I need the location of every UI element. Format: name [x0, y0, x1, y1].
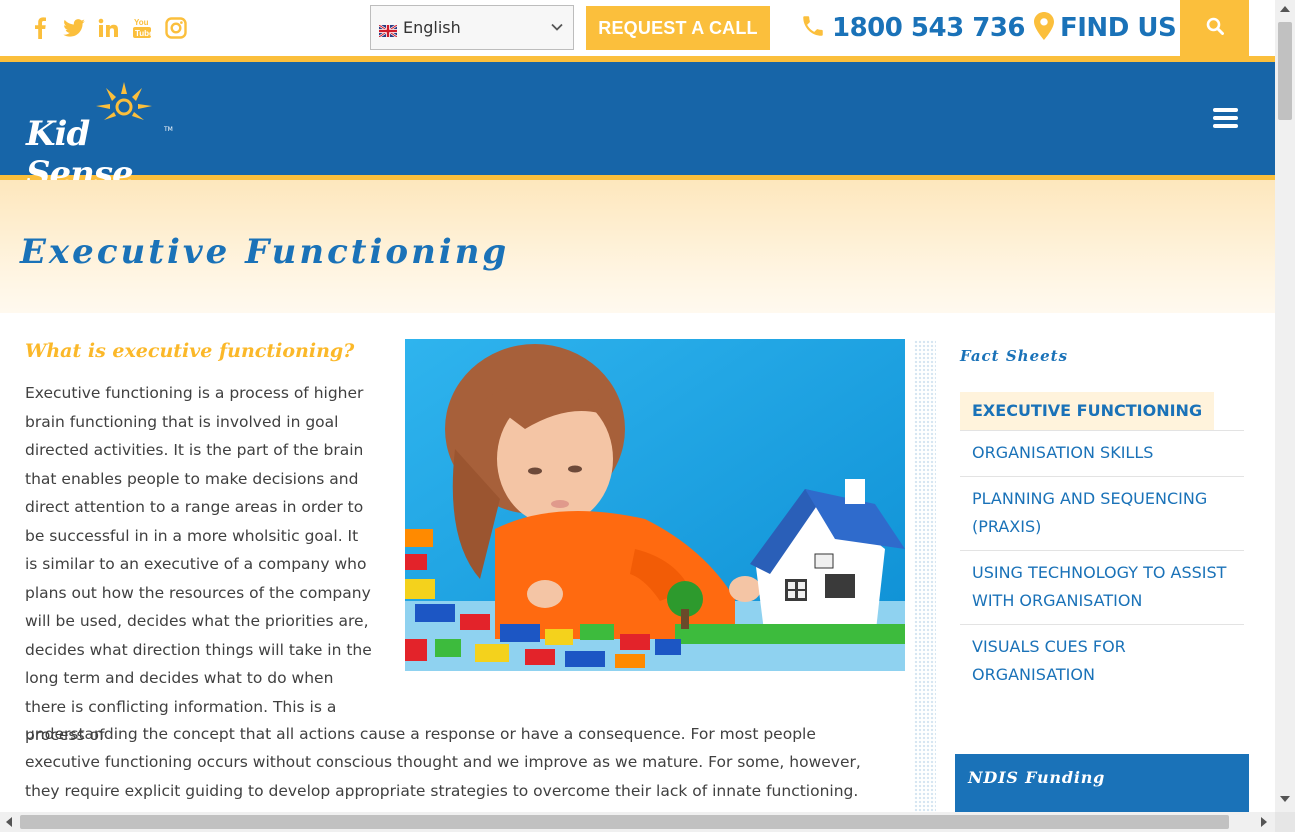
- intro-paragraph-part1: Executive functioning is a process of hi…: [25, 384, 372, 744]
- uk-flag-icon: [378, 22, 398, 38]
- map-pin-icon: [1034, 12, 1054, 44]
- sidebar-item-planning-and-sequencing[interactable]: PLANNING AND SEQUENCING (PRAXIS): [960, 477, 1244, 551]
- sidebar-item-visual-cues[interactable]: VISUALS CUES FOR ORGANISATION: [960, 625, 1244, 698]
- sidebar-item-label: EXECUTIVE FUNCTIONING: [960, 392, 1215, 430]
- page-title: Executive Functioning: [20, 232, 510, 272]
- svg-text:You: You: [134, 18, 149, 27]
- top-bar: You Tube English REQUEST A CALL 1800 543 …: [0, 0, 1275, 56]
- phone-number: 1800 543 736: [832, 13, 1026, 43]
- find-us-label: FIND US: [1060, 13, 1177, 43]
- youtube-icon[interactable]: You Tube: [130, 14, 154, 42]
- horizontal-scroll-thumb[interactable]: [20, 815, 1229, 829]
- search-button[interactable]: [1180, 0, 1249, 56]
- hamburger-menu-icon[interactable]: [1213, 108, 1238, 128]
- fact-sheets-heading: Fact Sheets: [960, 347, 1069, 365]
- phone-link[interactable]: 1800 543 736: [800, 8, 1026, 48]
- sidebar-item-label: VISUALS CUES FOR ORGANISATION: [972, 636, 1126, 685]
- scroll-right-arrow-icon[interactable]: [1261, 817, 1267, 827]
- horizontal-scrollbar[interactable]: [0, 812, 1275, 832]
- sidebar-item-label: ORGANISATION SKILLS: [972, 443, 1154, 462]
- site-header: [0, 62, 1275, 175]
- sidebar-item-label: PLANNING AND SEQUENCING (PRAXIS): [972, 488, 1208, 537]
- vertical-scrollbar[interactable]: [1275, 0, 1295, 812]
- chevron-down-icon: [551, 16, 563, 35]
- sidebar-item-using-technology[interactable]: USING TECHNOLOGY TO ASSIST WITH ORGANISA…: [960, 551, 1244, 625]
- child-playing-lego-image: [405, 339, 905, 671]
- twitter-icon[interactable]: [62, 14, 86, 42]
- column-divider: [914, 340, 936, 813]
- section-heading: What is executive functioning?: [25, 340, 355, 362]
- language-select[interactable]: English: [370, 5, 574, 50]
- fact-sheets-list: EXECUTIVE FUNCTIONING ORGANISATION SKILL…: [960, 392, 1244, 698]
- scroll-up-arrow-icon[interactable]: [1280, 6, 1290, 12]
- search-icon: [1206, 17, 1224, 39]
- ndis-funding-panel[interactable]: NDIS Funding: [955, 754, 1249, 812]
- sidebar-item-label: USING TECHNOLOGY TO ASSIST WITH ORGANISA…: [972, 562, 1227, 611]
- sidebar-item-executive-functioning[interactable]: EXECUTIVE FUNCTIONING: [960, 392, 1244, 431]
- linkedin-icon[interactable]: [96, 14, 120, 42]
- sidebar-item-organisation-skills[interactable]: ORGANISATION SKILLS: [960, 431, 1244, 477]
- scroll-left-arrow-icon[interactable]: [6, 817, 12, 827]
- instagram-icon[interactable]: [164, 14, 188, 42]
- vertical-scroll-thumb[interactable]: [1278, 22, 1292, 120]
- language-label: English: [403, 18, 461, 37]
- social-links: You Tube: [28, 14, 188, 42]
- kid-sense-logo[interactable]: Kid Sense TM: [24, 80, 174, 194]
- request-call-button[interactable]: REQUEST A CALL: [586, 6, 770, 50]
- logo-trademark: TM: [164, 126, 173, 133]
- scroll-down-arrow-icon[interactable]: [1280, 796, 1290, 802]
- scrollbar-corner: [1275, 812, 1295, 832]
- svg-text:Tube: Tube: [135, 29, 151, 38]
- phone-icon: [800, 13, 826, 43]
- find-us-link[interactable]: FIND US: [1034, 8, 1177, 48]
- facebook-icon[interactable]: [28, 14, 52, 42]
